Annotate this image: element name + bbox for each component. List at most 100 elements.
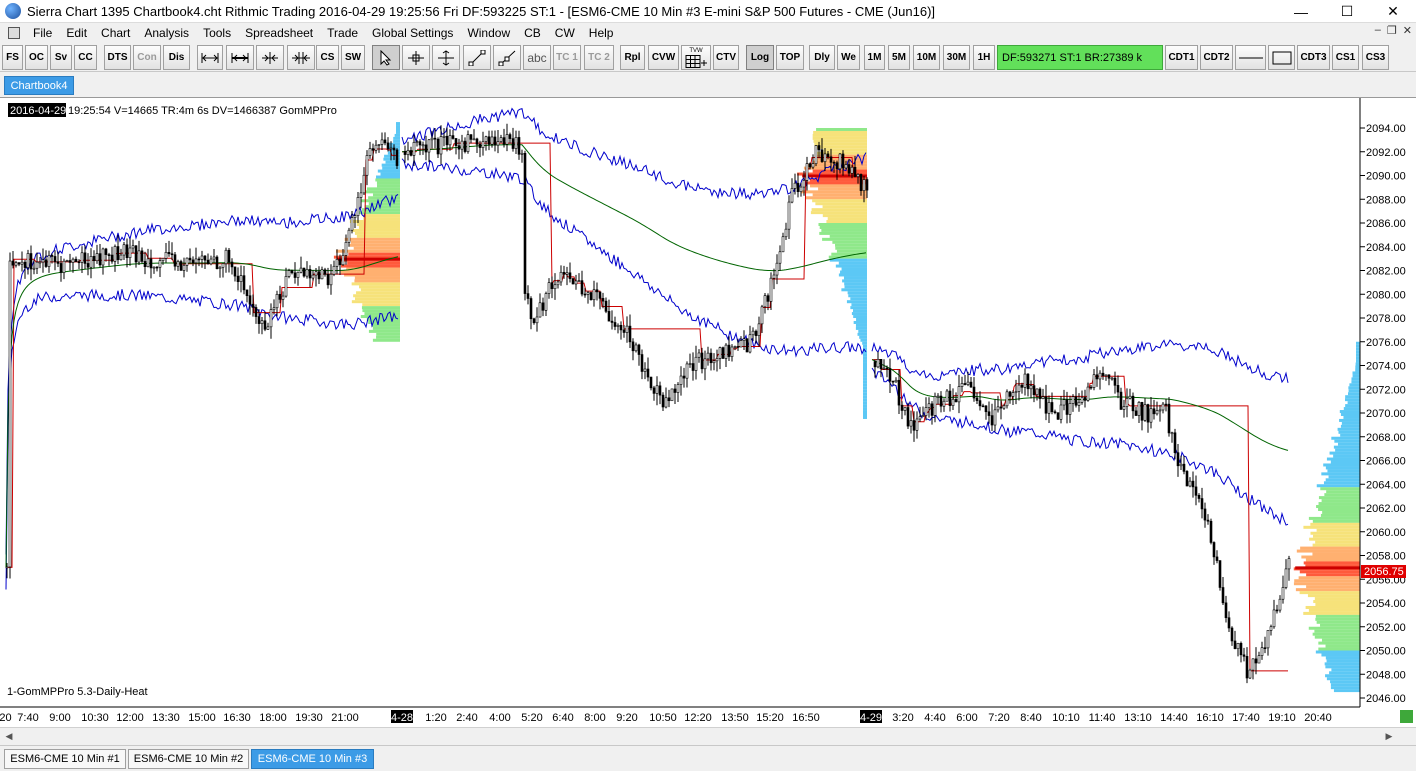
- menu-analysis[interactable]: Analysis: [137, 26, 196, 40]
- candle: [1146, 403, 1150, 433]
- candle-body: [954, 398, 958, 403]
- mdi-minimize-button[interactable]: –: [1375, 24, 1381, 37]
- menu-edit[interactable]: Edit: [59, 26, 94, 40]
- values-tool-icon[interactable]: [432, 45, 460, 70]
- menu-trade[interactable]: Trade: [320, 26, 365, 40]
- line-tool-icon[interactable]: [463, 45, 491, 70]
- profile-level: [1320, 513, 1360, 517]
- 5-min-button[interactable]: 5M: [888, 45, 910, 70]
- cs3-button[interactable]: CS3: [1362, 45, 1389, 70]
- close-button[interactable]: ✕: [1370, 0, 1416, 23]
- pointer-tool-icon[interactable]: [372, 45, 400, 70]
- time-tick-label: 16:10: [1196, 712, 1224, 724]
- menu-spreadsheet[interactable]: Spreadsheet: [238, 26, 320, 40]
- scale-compress-icon[interactable]: [256, 45, 284, 70]
- time-tick-label: 16:50: [792, 712, 820, 724]
- candle: [215, 255, 219, 270]
- rectangle-tool-icon[interactable]: [1268, 45, 1295, 70]
- top-button[interactable]: TOP: [776, 45, 804, 70]
- menu-cb[interactable]: CB: [517, 26, 548, 40]
- candle-body: [299, 267, 303, 273]
- chartbook-tab[interactable]: Chartbook4: [4, 76, 74, 95]
- scale-expand-icon[interactable]: [287, 45, 315, 70]
- candle: [1272, 599, 1276, 629]
- chart-area[interactable]: 2016-04-29 19:25:54 V=14665 TR:4m 6s DV=…: [0, 97, 1416, 727]
- tc1-button[interactable]: TC 1: [553, 45, 581, 70]
- time-tick-label: 12:20: [684, 712, 712, 724]
- candle-body: [610, 320, 614, 323]
- chart-tab-2[interactable]: ESM6-CME 10 Min #2: [128, 749, 249, 769]
- cs-button[interactable]: CS: [316, 45, 339, 70]
- cdt2-button[interactable]: CDT2: [1200, 45, 1233, 70]
- cc-button[interactable]: CC: [74, 45, 97, 70]
- dts-button[interactable]: DTS: [104, 45, 131, 70]
- scroll-right-icon[interactable]: ▶: [1382, 730, 1396, 743]
- candle-body: [960, 383, 964, 387]
- time-axis-corner-box[interactable]: [1400, 710, 1413, 723]
- profile-level: [1355, 368, 1360, 372]
- tc2-button[interactable]: TC 2: [584, 45, 614, 70]
- zoom-width-icon[interactable]: [197, 45, 223, 70]
- weekly-button[interactable]: We: [837, 45, 860, 70]
- mdi-restore-button[interactable]: ❐: [1387, 24, 1397, 37]
- oc-button[interactable]: OC: [25, 45, 48, 70]
- connect-button[interactable]: Con: [133, 45, 161, 70]
- mdi-close-button[interactable]: ✕: [1403, 24, 1412, 37]
- price-chart[interactable]: 2016-04-29 19:25:54 V=14665 TR:4m 6s DV=…: [0, 98, 1416, 728]
- candle-body: [170, 253, 174, 256]
- menu-tools[interactable]: Tools: [196, 26, 238, 40]
- menu-chart[interactable]: Chart: [94, 26, 137, 40]
- chart-tab-3[interactable]: ESM6-CME 10 Min #3: [251, 749, 374, 769]
- sw-button[interactable]: SW: [341, 45, 365, 70]
- tvw-grid-icon[interactable]: TVW: [681, 45, 711, 70]
- document-icon[interactable]: [8, 26, 20, 39]
- ctv-button[interactable]: CTV: [713, 45, 739, 70]
- horizontal-line-icon[interactable]: [1235, 45, 1266, 70]
- candle: [577, 273, 581, 282]
- cs1-button[interactable]: CS1: [1332, 45, 1359, 70]
- candle: [1089, 384, 1093, 390]
- candle: [1257, 651, 1261, 664]
- maximize-button[interactable]: ☐: [1324, 0, 1370, 23]
- cdt1-button[interactable]: CDT1: [1165, 45, 1198, 70]
- candle-body: [1257, 655, 1261, 664]
- horizontal-scrollbar[interactable]: ◀ ▶: [0, 727, 1416, 744]
- 10-min-button[interactable]: 10M: [913, 45, 940, 70]
- ray-tool-icon[interactable]: [493, 45, 521, 70]
- bar-spacing-icon[interactable]: [226, 45, 254, 70]
- candle-body: [619, 324, 623, 331]
- price-tick-group: 2066.00: [1360, 456, 1406, 468]
- menu-global-settings[interactable]: Global Settings: [365, 26, 460, 40]
- cvw-button[interactable]: CVW: [648, 45, 679, 70]
- candle-body: [1236, 643, 1240, 650]
- candle-body: [412, 142, 416, 156]
- candle: [628, 314, 632, 348]
- menu-file[interactable]: File: [26, 26, 59, 40]
- menu-window[interactable]: Window: [460, 26, 517, 40]
- 1-min-button[interactable]: 1M: [864, 45, 885, 70]
- daily-button[interactable]: Dly: [809, 45, 835, 70]
- scroll-left-icon[interactable]: ◀: [2, 730, 16, 743]
- price-tick-group: 2090.00: [1360, 171, 1406, 183]
- menu-cw[interactable]: CW: [548, 26, 582, 40]
- 1-hour-button[interactable]: 1H: [973, 45, 995, 70]
- 30-min-button[interactable]: 30M: [943, 45, 970, 70]
- fs-button[interactable]: FS: [2, 45, 23, 70]
- profile-level: [1298, 576, 1360, 580]
- minimize-button[interactable]: —: [1278, 0, 1324, 23]
- menu-help[interactable]: Help: [582, 26, 621, 40]
- chart-tab-1[interactable]: ESM6-CME 10 Min #1: [4, 749, 126, 769]
- crosshair-tool-icon[interactable]: [402, 45, 430, 70]
- log-scale-button[interactable]: Log: [746, 45, 774, 70]
- candle: [1284, 559, 1288, 590]
- profile-level: [815, 202, 867, 206]
- text-tool-button[interactable]: abc: [523, 45, 551, 70]
- candle: [1143, 397, 1147, 422]
- replay-button[interactable]: Rpl: [620, 45, 645, 70]
- candle-body: [556, 281, 560, 286]
- cdt3-button[interactable]: CDT3: [1297, 45, 1330, 70]
- disconnect-button[interactable]: Dis: [163, 45, 190, 70]
- sv-button[interactable]: Sv: [50, 45, 72, 70]
- candle-body: [628, 325, 632, 343]
- price-tick-label: 2050.00: [1366, 646, 1406, 658]
